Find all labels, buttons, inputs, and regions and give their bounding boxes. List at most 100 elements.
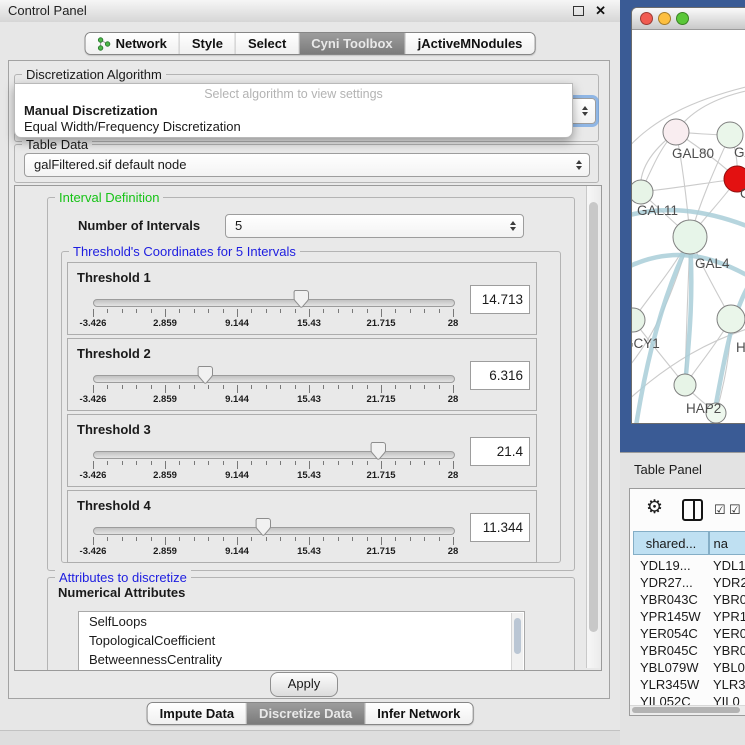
threshold-panel: Threshold 3 -3.4262.8599.14415.4321.7152… — [67, 414, 537, 487]
table-row[interactable]: YIL052CYIL0 — [630, 693, 745, 705]
node-label-gcy1: GCY1 — [632, 336, 660, 351]
table-data-combobox[interactable]: galFiltered.sif default node — [24, 153, 590, 177]
popup-item-equal-width-frequency-discretization[interactable]: Equal Width/Frequency Discretization — [15, 119, 572, 135]
tab-impute-data[interactable]: Impute Data — [148, 703, 246, 724]
columns-icon[interactable] — [682, 499, 703, 521]
threshold-slider-thumb[interactable] — [292, 290, 309, 309]
control-panel: Control Panel ✕ Network Style Select Cyni T… — [0, 0, 620, 745]
cell-name: YER0 — [713, 625, 745, 642]
table-row[interactable]: YLR345WYLR3 — [630, 676, 745, 693]
attributes-list[interactable]: SelfLoopsTopologicalCoefficientBetweenne… — [78, 611, 525, 671]
table-frame: ⚙ ☑ ☑ shared... na YDL19...YDL1YDR27...Y… — [629, 488, 745, 716]
tick-label: 15.43 — [297, 470, 321, 481]
network-node[interactable] — [717, 305, 745, 333]
threshold-value-field[interactable]: 21.4 — [470, 437, 530, 466]
slider-tick-labels: -3.4262.8599.14415.4321.71528 — [93, 318, 453, 330]
tab-infer-network[interactable]: Infer Network — [364, 703, 472, 724]
bottom-strip — [0, 730, 620, 745]
tick-label: 9.144 — [225, 546, 249, 557]
tick-label: -3.426 — [80, 546, 107, 557]
table-horizontal-scrollbar[interactable] — [630, 705, 745, 715]
panel-title: Control Panel — [8, 3, 87, 18]
node-label-h: H — [736, 340, 745, 355]
network-canvas[interactable]: GAL80GACGAL11GAL4GCY1HHAP2 — [632, 30, 745, 424]
network-view-window: GAL80GACGAL11GAL4GCY1HHAP2 — [631, 7, 745, 424]
tab-label: Select — [248, 36, 286, 51]
bottom-tab-bar: Impute DataDiscretize Data Infer Network — [0, 698, 620, 730]
popup-item-manual-discretization[interactable]: Manual Discretization — [15, 103, 572, 119]
app-root: Control Panel ✕ Network Style Select Cyni T… — [0, 0, 745, 745]
tick-label: 9.144 — [225, 318, 249, 329]
checkbox-icon[interactable]: ☑ — [729, 502, 741, 518]
threshold-panel: Threshold 4 -3.4262.8599.14415.4321.7152… — [67, 490, 537, 563]
tick-label: 2.859 — [153, 470, 177, 481]
tab-label: Style — [192, 36, 223, 51]
table-row[interactable]: YBR045CYBR0 — [630, 642, 745, 659]
network-node[interactable] — [663, 119, 689, 145]
attribute-item-betweennesscentrality[interactable]: BetweennessCentrality — [79, 650, 524, 669]
tick-label: 2.859 — [153, 318, 177, 329]
attribute-item-topologicalcoefficient[interactable]: TopologicalCoefficient — [79, 631, 524, 650]
node-label-ga: GA — [734, 145, 745, 160]
settings-scrollpane: Interval Definition Number of Intervals … — [14, 185, 602, 671]
network-node[interactable] — [632, 180, 653, 204]
attribute-item-selfloops[interactable]: SelfLoops — [79, 612, 524, 631]
tab-label: Infer Network — [377, 706, 460, 721]
column-header[interactable]: shared... — [633, 531, 709, 555]
tab-jactivemnodules[interactable]: jActiveMNodules — [405, 33, 535, 54]
slider-tick-labels: -3.4262.8599.14415.4321.71528 — [93, 470, 453, 482]
num-intervals-combobox[interactable]: 5 — [225, 214, 524, 238]
network-node[interactable] — [632, 308, 645, 332]
threshold-slider-thumb[interactable] — [254, 518, 271, 537]
threshold-slider-thumb[interactable] — [369, 442, 386, 461]
attributes-list-scrollbar[interactable] — [511, 613, 523, 671]
cell-shared-name: YLR345W — [640, 676, 699, 693]
num-intervals-label: Number of Intervals — [78, 218, 200, 233]
close-icon[interactable]: ✕ — [595, 3, 606, 19]
gear-icon[interactable]: ⚙ — [646, 497, 663, 519]
table-data-group: Table Data galFiltered.sif default node — [14, 144, 599, 183]
threshold-value-field[interactable]: 11.344 — [470, 513, 530, 542]
column-header[interactable]: na — [709, 531, 745, 555]
group-title: Threshold's Coordinates for 5 Intervals — [69, 244, 300, 259]
table-data-value: galFiltered.sif default node — [34, 157, 186, 172]
tab-style[interactable]: Style — [179, 33, 235, 54]
tick-label: 9.144 — [225, 394, 249, 405]
network-node[interactable] — [673, 220, 707, 254]
vertical-scrollbar[interactable] — [586, 186, 601, 668]
cell-shared-name: YIL052C — [640, 693, 691, 705]
table-row[interactable]: YDL19...YDL1 — [630, 557, 745, 574]
num-intervals-value: 5 — [235, 218, 242, 233]
table-row[interactable]: YDR27...YDR2 — [630, 574, 745, 591]
mac-minimize-button[interactable] — [658, 12, 671, 25]
tick-label: 21.715 — [366, 394, 395, 405]
table-row[interactable]: YPR145WYPR1 — [630, 608, 745, 625]
cell-shared-name: YDL19... — [640, 557, 691, 574]
threshold-value-field[interactable]: 14.713 — [470, 285, 530, 314]
threshold-slider-thumb[interactable] — [196, 366, 213, 385]
mac-close-button[interactable] — [640, 12, 653, 25]
float-window-icon[interactable] — [573, 6, 584, 16]
tick-label: 28 — [448, 394, 459, 405]
cell-name: YBL0 — [713, 659, 745, 676]
tab-network[interactable]: Network — [86, 33, 179, 54]
table-row[interactable]: YBL079WYBL0 — [630, 659, 745, 676]
table-row[interactable]: YBR043CYBR0 — [630, 591, 745, 608]
node-label-gal80: GAL80 — [672, 146, 714, 161]
threshold-value-field[interactable]: 6.316 — [470, 361, 530, 390]
top-tabs: Network Style Select Cyni ToolboxjActiveMNo… — [85, 32, 536, 55]
checkbox-icon[interactable]: ☑ — [714, 502, 726, 518]
cell-name: YDR2 — [713, 574, 745, 591]
mac-zoom-button[interactable] — [676, 12, 689, 25]
apply-button[interactable]: Apply — [270, 672, 338, 697]
network-edge — [685, 242, 691, 386]
tick-label: 28 — [448, 546, 459, 557]
network-node[interactable] — [674, 374, 696, 396]
table-row[interactable]: YER054CYER0 — [630, 625, 745, 642]
tick-label: -3.426 — [80, 318, 107, 329]
tick-label: 9.144 — [225, 470, 249, 481]
tab-select[interactable]: Select — [235, 33, 298, 54]
threshold-label: Threshold 4 — [77, 498, 151, 513]
tab-discretize-data[interactable]: Discretize Data — [246, 703, 364, 724]
tab-cyni-toolbox[interactable]: Cyni Toolbox — [298, 33, 404, 54]
